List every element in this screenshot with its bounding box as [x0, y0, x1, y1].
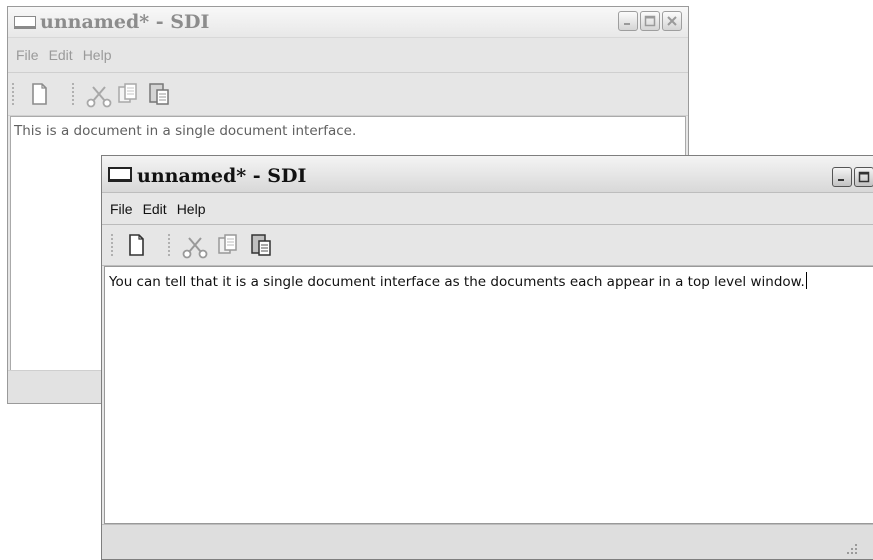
document-text-area[interactable]: You can tell that it is a single documen…: [104, 266, 873, 524]
title-bar[interactable]: unnamed* - SDI: [102, 156, 873, 193]
new-button[interactable]: [25, 80, 53, 108]
copy-icon: [218, 234, 237, 254]
cut-scissors-icon: [182, 237, 208, 259]
toolbar: [102, 225, 873, 266]
paste-button[interactable]: [145, 80, 173, 108]
title-bar[interactable]: unnamed* - SDI: [8, 7, 688, 38]
new-document-icon: [129, 234, 144, 256]
document-text: This is a document in a single document …: [14, 123, 357, 139]
window-app-icon: [108, 167, 132, 182]
cut-scissors-icon: [86, 86, 112, 108]
minimize-icon: [838, 179, 844, 181]
paste-button[interactable]: [247, 231, 275, 259]
new-button[interactable]: [122, 231, 150, 259]
window-title: unnamed* - SDI: [137, 165, 307, 187]
minimize-button[interactable]: [832, 167, 852, 187]
menu-file[interactable]: File: [8, 47, 44, 63]
menu-bar: File Edit Help: [102, 193, 873, 225]
menu-help[interactable]: Help: [172, 201, 211, 217]
status-bar: [102, 524, 873, 559]
toolbar: [8, 73, 688, 116]
maximize-button[interactable]: [854, 167, 873, 187]
close-icon: [667, 16, 677, 26]
cut-button[interactable]: [84, 80, 112, 108]
text-caret: [805, 272, 807, 289]
menu-edit[interactable]: Edit: [138, 201, 172, 217]
maximize-icon: [644, 15, 656, 27]
copy-button[interactable]: [214, 231, 242, 259]
copy-button[interactable]: [114, 80, 142, 108]
menu-bar: File Edit Help: [8, 38, 688, 73]
new-document-icon: [32, 83, 47, 105]
window-controls: [832, 167, 873, 187]
window-app-icon: [14, 16, 36, 29]
cut-button[interactable]: [180, 231, 208, 259]
sdi-window-foreground[interactable]: unnamed* - SDI File Edit Help You can te…: [101, 155, 873, 560]
resize-grip-icon[interactable]: [846, 543, 858, 555]
copy-icon: [118, 83, 137, 103]
toolbar-grip[interactable]: [111, 234, 113, 256]
document-text: You can tell that it is a single documen…: [109, 274, 805, 290]
minimize-button[interactable]: [618, 11, 638, 31]
minimize-icon: [624, 23, 630, 25]
menu-help[interactable]: Help: [78, 47, 117, 63]
toolbar-separator: [168, 234, 170, 256]
paste-icon: [251, 234, 271, 256]
window-controls: [618, 11, 682, 31]
menu-edit[interactable]: Edit: [44, 47, 78, 63]
window-title: unnamed* - SDI: [40, 11, 210, 33]
close-button[interactable]: [662, 11, 682, 31]
menu-file[interactable]: File: [102, 201, 138, 217]
maximize-icon: [858, 171, 870, 183]
paste-icon: [149, 83, 169, 105]
toolbar-separator: [72, 83, 74, 105]
maximize-button[interactable]: [640, 11, 660, 31]
toolbar-grip[interactable]: [12, 83, 14, 105]
